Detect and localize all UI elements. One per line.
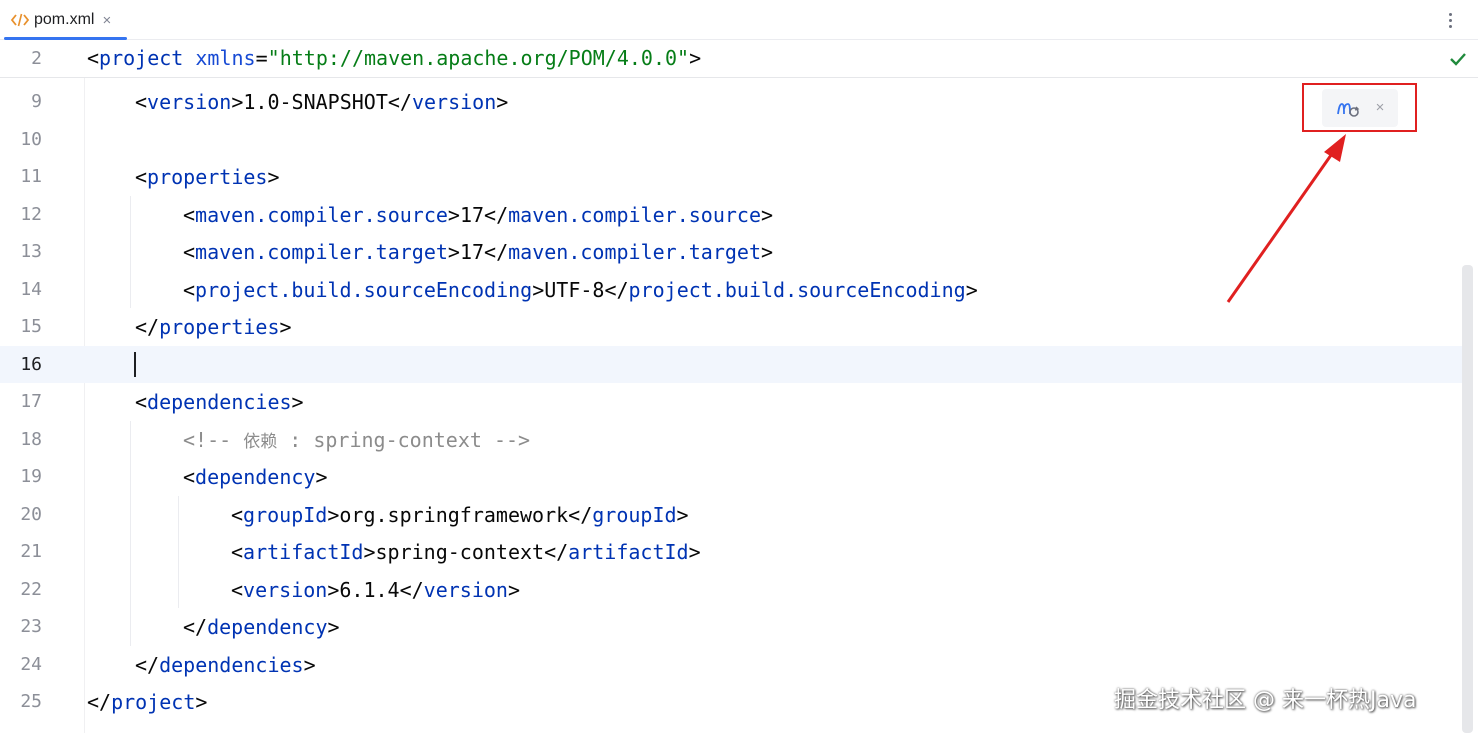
vertical-scrollbar[interactable] <box>1462 265 1473 733</box>
line-number: 17 <box>20 391 42 412</box>
code-line[interactable]: </dependencies> <box>135 653 316 677</box>
indent-guide <box>178 496 179 608</box>
tab-label: pom.xml <box>34 11 95 28</box>
code-line[interactable]: </properties> <box>135 315 292 339</box>
tab-close-button[interactable]: × <box>102 12 111 29</box>
code-line[interactable]: <maven.compiler.source>17</maven.compile… <box>183 203 773 227</box>
line-number: 12 <box>20 204 42 225</box>
annotation-arrow <box>1226 134 1346 303</box>
line-number: 9 <box>31 91 42 112</box>
annotation-highlight-box <box>1302 83 1417 132</box>
line-number: 21 <box>20 541 42 562</box>
xml-file-icon <box>10 13 30 27</box>
line-number: 20 <box>20 504 42 525</box>
line-number-current: 16 <box>20 354 42 375</box>
line-number: 18 <box>20 429 42 450</box>
code-line[interactable]: <project xmlns="http://maven.apache.org/… <box>87 46 701 70</box>
editor-tab-bar: pom.xml × <box>0 0 1478 40</box>
code-line[interactable]: <artifactId>spring-context</artifactId> <box>231 540 701 564</box>
line-number: 2 <box>31 48 42 69</box>
code-line[interactable]: <project.build.sourceEncoding>UTF-8</pro… <box>183 278 978 302</box>
line-number: 19 <box>20 466 42 487</box>
watermark-text: 掘金技术社区 @ 来一杯热Java <box>1114 688 1417 713</box>
current-line-highlight <box>0 346 1462 383</box>
code-line[interactable]: <maven.compiler.target>17</maven.compile… <box>183 240 773 264</box>
tab-pom-xml[interactable]: pom.xml × <box>4 0 127 40</box>
line-number: 25 <box>20 691 42 712</box>
code-line-comment[interactable]: <!-- 依赖 : spring-context --> <box>183 428 530 454</box>
gutter-separator <box>84 78 85 733</box>
line-number: 11 <box>20 166 42 187</box>
sticky-scroll-line[interactable]: 2 <project xmlns="http://maven.apache.or… <box>0 40 1478 78</box>
code-line[interactable]: <groupId>org.springframework</groupId> <box>231 503 689 527</box>
line-number: 13 <box>20 241 42 262</box>
code-line[interactable]: <dependency> <box>183 465 328 489</box>
indent-guide <box>130 421 131 646</box>
code-line[interactable]: <dependencies> <box>135 390 304 414</box>
line-number: 24 <box>20 654 42 675</box>
code-line[interactable]: <version>6.1.4</version> <box>231 578 520 602</box>
line-number: 10 <box>20 129 42 150</box>
code-line[interactable]: <version>1.0-SNAPSHOT</version> <box>135 90 508 114</box>
code-line[interactable]: <properties> <box>135 165 280 189</box>
line-number: 22 <box>20 579 42 600</box>
vertical-ellipsis-icon[interactable] <box>1442 8 1458 32</box>
code-line[interactable]: </dependency> <box>183 615 340 639</box>
line-number: 15 <box>20 316 42 337</box>
code-line[interactable]: </project> <box>87 690 207 714</box>
green-check-icon[interactable] <box>1448 49 1468 69</box>
line-number: 23 <box>20 616 42 637</box>
indent-guide <box>130 196 131 308</box>
line-number: 14 <box>20 279 42 300</box>
text-caret <box>134 352 136 377</box>
